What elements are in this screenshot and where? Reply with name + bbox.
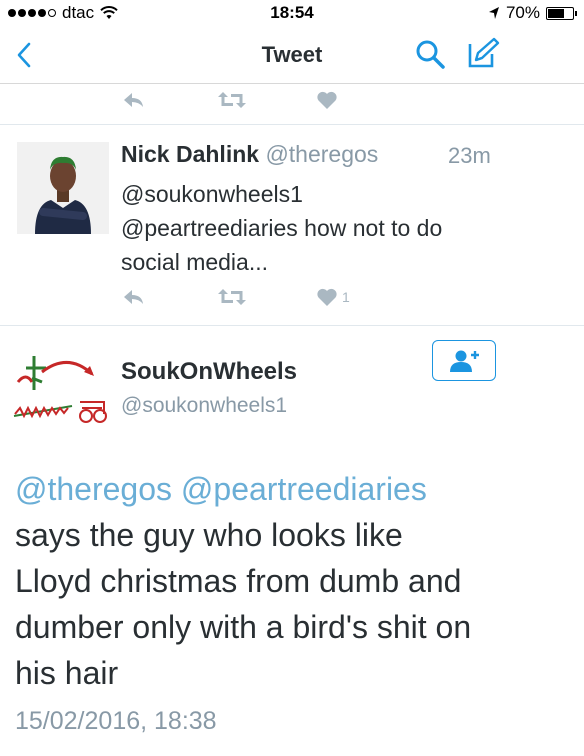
like-button[interactable]: 1 xyxy=(316,287,350,307)
battery-icon xyxy=(546,6,577,20)
tweet-text-line: says the guy who looks like xyxy=(15,517,403,553)
compose-icon[interactable] xyxy=(466,36,500,70)
reply-text-line: @soukonwheels1 xyxy=(121,181,303,207)
reply-button[interactable] xyxy=(122,90,146,110)
tweet-text-line: his hair xyxy=(15,655,119,691)
status-bar: dtac 18:54 70% xyxy=(0,0,584,28)
heart-icon xyxy=(317,288,337,306)
reply-text-line: @peartreediaries how not to do xyxy=(121,215,443,241)
reply-button[interactable] xyxy=(122,287,146,307)
search-icon[interactable] xyxy=(414,38,446,70)
navigation-bar: Tweet xyxy=(0,28,584,84)
soukonwheels-logo-icon xyxy=(13,356,107,423)
retweet-icon xyxy=(218,92,246,108)
tweet-text-line: Lloyd christmas from dumb and xyxy=(15,563,462,599)
status-right: 70% xyxy=(488,3,577,23)
reply-author-handle: @theregos xyxy=(265,141,379,167)
avatar[interactable] xyxy=(17,142,109,234)
divider xyxy=(0,325,584,326)
reply-author-name: Nick Dahlink xyxy=(121,141,260,167)
mention-link[interactable]: @peartreediaries xyxy=(181,471,427,507)
reply-text-line: social media... xyxy=(121,249,269,275)
location-arrow-icon xyxy=(488,7,499,19)
retweet-button[interactable] xyxy=(217,287,247,307)
reply-tweet-actions: 1 xyxy=(122,287,382,313)
heart-icon xyxy=(317,91,337,109)
reply-tweet-text[interactable]: @soukonwheels1 @peartreediaries how not … xyxy=(121,177,571,279)
reply-icon xyxy=(124,290,143,304)
retweet-icon xyxy=(218,289,246,305)
tweet-date: 15/02/2016, 18:38 xyxy=(15,707,217,735)
follow-button[interactable] xyxy=(432,340,496,381)
follow-user-icon xyxy=(450,350,479,372)
author-handle[interactable]: @soukonwheels1 xyxy=(121,394,287,418)
divider xyxy=(0,124,584,125)
tweet-text: @theregos @peartreediaries says the guy … xyxy=(15,466,575,696)
reply-timestamp: 23m xyxy=(448,143,491,168)
author-name[interactable]: SoukOnWheels xyxy=(121,358,297,386)
avatar[interactable] xyxy=(12,342,112,434)
like-button[interactable] xyxy=(316,90,338,110)
battery-level-fill xyxy=(548,8,565,18)
reply-icon xyxy=(124,93,143,107)
previous-tweet-actions xyxy=(122,90,382,116)
like-count: 1 xyxy=(342,289,350,305)
mention-link[interactable]: @theregos xyxy=(15,471,172,507)
user-portrait-icon xyxy=(17,142,109,234)
tweet-text-line: @theregos @peartreediaries xyxy=(15,466,575,512)
battery-percent: 70% xyxy=(505,3,540,22)
retweet-button[interactable] xyxy=(217,90,247,110)
reply-author[interactable]: Nick Dahlink @theregos xyxy=(121,141,378,168)
tweet-text-line: dumber only with a bird's shit on xyxy=(15,609,472,645)
